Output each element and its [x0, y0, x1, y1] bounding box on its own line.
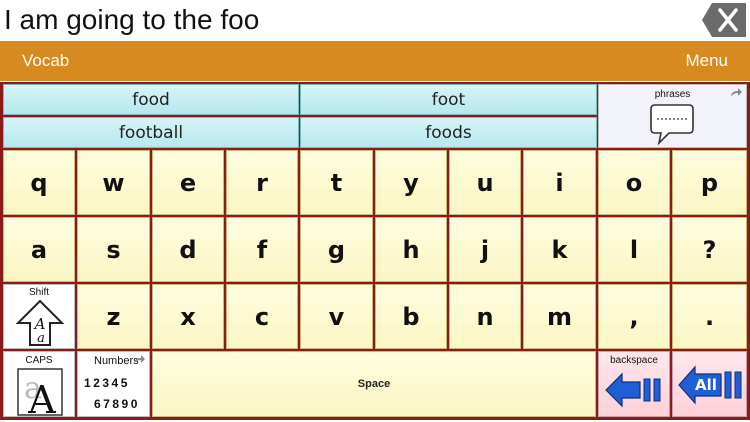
letter-key-label: c	[254, 303, 270, 331]
caps-letter-icon: a A	[17, 368, 63, 416]
letter-key-label: l	[629, 236, 639, 264]
clear-x-icon	[702, 3, 746, 37]
letter-key[interactable]: i	[523, 150, 596, 215]
letter-key[interactable]: t	[300, 150, 373, 215]
letter-key-label: v	[328, 303, 345, 331]
numbers-key[interactable]: Numbers 12345 67890	[77, 351, 150, 417]
letter-key[interactable]: p	[672, 150, 747, 215]
prediction-button-3[interactable]: football	[3, 117, 299, 148]
letter-key[interactable]: g	[300, 217, 373, 282]
letter-key-label: .	[704, 303, 715, 331]
phrases-label: phrases	[654, 89, 691, 100]
letter-key-label: q	[30, 169, 48, 197]
letter-key[interactable]: s	[77, 217, 150, 282]
letter-key[interactable]: n	[449, 284, 521, 349]
letter-key-label: f	[256, 236, 268, 264]
link-arrow-icon	[134, 355, 145, 364]
letter-key-label: b	[402, 303, 420, 331]
letter-key[interactable]: b	[375, 284, 447, 349]
letter-key[interactable]: o	[598, 150, 670, 215]
letter-key-label: z	[106, 303, 121, 331]
letter-key[interactable]: f	[226, 217, 298, 282]
speech-bubble-icon	[650, 104, 694, 145]
numbers-line-1: 12345	[84, 376, 130, 390]
letter-key-label: o	[625, 169, 643, 197]
letter-key[interactable]: x	[152, 284, 224, 349]
vocab-button[interactable]: Vocab	[22, 41, 69, 81]
letter-key-label: r	[256, 169, 268, 197]
phrases-button[interactable]: phrases	[598, 84, 747, 148]
letter-key[interactable]: v	[300, 284, 373, 349]
shift-key[interactable]: Shift A a	[3, 284, 75, 349]
letter-key[interactable]: ?	[672, 217, 747, 282]
letter-key[interactable]: u	[449, 150, 521, 215]
clear-message-button[interactable]	[702, 3, 746, 37]
message-text: I am going to the foo	[4, 4, 260, 35]
letter-key-label: w	[102, 169, 125, 197]
letter-key[interactable]: ,	[598, 284, 670, 349]
letter-key-label: t	[330, 169, 343, 197]
space-label: Space	[357, 378, 391, 390]
letter-key[interactable]: y	[375, 150, 447, 215]
clear-all-key[interactable]: All	[672, 351, 747, 417]
letter-key-label: e	[179, 169, 197, 197]
letter-key[interactable]: m	[523, 284, 596, 349]
svg-text:A: A	[27, 378, 56, 416]
prediction-label: foods	[425, 123, 472, 143]
prediction-button-2[interactable]: foot	[300, 84, 597, 115]
letter-key-label: m	[546, 303, 572, 331]
letter-key[interactable]: e	[152, 150, 224, 215]
letter-key[interactable]: c	[226, 284, 298, 349]
prediction-button-1[interactable]: food	[3, 84, 299, 115]
letter-key-label: i	[555, 169, 564, 197]
letter-key[interactable]: j	[449, 217, 521, 282]
letter-key[interactable]: a	[3, 217, 75, 282]
letter-key-label: y	[403, 169, 419, 197]
letter-key[interactable]: z	[77, 284, 150, 349]
letter-key[interactable]: d	[152, 217, 224, 282]
letter-key[interactable]: h	[375, 217, 447, 282]
caps-key[interactable]: CAPS a A	[3, 351, 75, 417]
letter-key[interactable]: l	[598, 217, 670, 282]
letter-key-label: ,	[629, 303, 639, 331]
letter-key-label: j	[480, 236, 490, 264]
shift-arrow-icon: A a	[16, 299, 64, 346]
prediction-label: foot	[431, 90, 466, 110]
letter-key[interactable]: .	[672, 284, 747, 349]
caps-label: CAPS	[25, 355, 53, 366]
letter-key-label: p	[700, 169, 719, 197]
prediction-button-4[interactable]: foods	[300, 117, 597, 148]
backspace-label: backspace	[610, 355, 658, 366]
letter-key[interactable]: r	[226, 150, 298, 215]
prediction-label: food	[132, 90, 170, 110]
link-arrow-icon	[731, 88, 742, 97]
menu-button[interactable]: Menu	[685, 41, 728, 81]
letter-key-label: x	[180, 303, 196, 331]
shift-label: Shift	[28, 287, 49, 298]
letter-key-label: d	[179, 236, 197, 264]
space-key[interactable]: Space	[152, 351, 596, 417]
top-menu-bar: Vocab Menu	[0, 41, 750, 81]
letter-key[interactable]: w	[77, 150, 150, 215]
letter-key-label: h	[402, 236, 420, 264]
letter-key-label: g	[327, 236, 346, 264]
letter-key[interactable]: k	[523, 217, 596, 282]
keyboard-grid: food foot football foods phrases Shift A…	[0, 82, 750, 420]
letter-key-label: s	[106, 236, 121, 264]
prediction-label: football	[118, 123, 184, 143]
backspace-key[interactable]: backspace	[598, 351, 670, 417]
message-bar: I am going to the foo	[0, 0, 750, 40]
letter-key-label: u	[476, 169, 494, 197]
svg-text:a: a	[37, 331, 45, 346]
letter-key-label: a	[30, 236, 48, 264]
numbers-line-2: 67890	[94, 397, 140, 411]
backspace-arrow-icon	[605, 372, 661, 408]
letter-key-label: n	[476, 303, 494, 331]
letter-key[interactable]: q	[3, 150, 75, 215]
letter-key-label: ?	[702, 236, 717, 264]
letter-key-label: k	[551, 236, 568, 264]
clear-all-label: All	[695, 376, 717, 394]
